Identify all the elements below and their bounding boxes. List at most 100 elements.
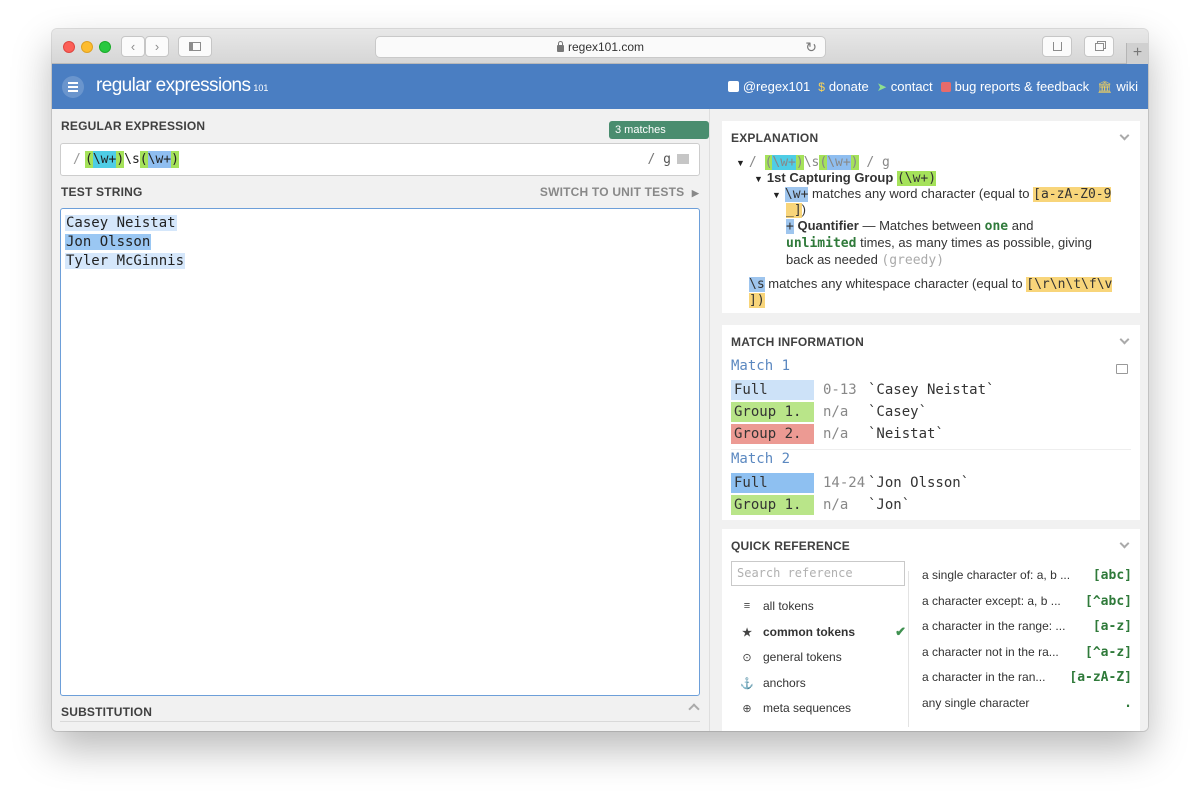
regex-token-whitespace: \s	[124, 152, 140, 167]
category-all-tokens[interactable]: ≡ all tokens	[740, 599, 906, 613]
category-label: general tokens	[763, 650, 842, 664]
match-range: 14-24	[823, 475, 866, 491]
app-logo[interactable]: regular expressions 101	[96, 75, 268, 97]
chevron-left-icon: ‹	[130, 39, 136, 54]
reference-desc: any single character	[922, 696, 1030, 710]
bug-icon	[940, 81, 951, 92]
app-header: regular expressions 101 @regex101 $ donat…	[52, 64, 1148, 109]
word-token-desc: matches any word character (equal to	[812, 186, 1030, 201]
category-label: all tokens	[763, 599, 814, 613]
paper-plane-icon: ➤	[876, 79, 887, 94]
match-row: Group 1. n/a `Casey`	[731, 402, 927, 422]
category-label: meta sequences	[763, 701, 852, 715]
match-highlight: Tyler McGinnis	[65, 253, 186, 269]
test-string-line: Jon Olsson	[65, 233, 695, 252]
explanation-root-text: / (\w+)\s(\w+) / g	[748, 155, 890, 170]
quantifier-title: Quantifier	[797, 218, 859, 233]
whitespace-token: \s	[749, 277, 765, 292]
regex-flags[interactable]: / g	[648, 152, 671, 167]
match-1-title: Match 1	[731, 358, 791, 374]
whitespace-char-class: [\r\n\t\f\v	[1026, 277, 1113, 292]
category-meta-sequences[interactable]: ⊕ meta sequences	[740, 701, 906, 715]
twitter-link[interactable]: @regex101	[727, 79, 810, 94]
address-bar[interactable]: regex101.com ↻	[375, 36, 826, 58]
triangle-down-icon: ▼	[772, 190, 781, 200]
reload-icon[interactable]: ↻	[805, 39, 817, 56]
match-value: `Casey`	[868, 404, 928, 420]
new-tab-button[interactable]: +	[1126, 43, 1148, 64]
flag-icon[interactable]	[677, 154, 689, 164]
match-2-title: Match 2	[731, 451, 791, 467]
word-char-class: [a-zA-Z0-9	[1033, 187, 1112, 202]
bug-reports-link-label: bug reports & feedback	[954, 79, 1090, 94]
regex-input[interactable]: / (\w+) \s(\w+) / g	[60, 143, 700, 176]
switch-to-unit-tests-link[interactable]: SWITCH TO UNIT TESTS ▶	[540, 185, 699, 199]
explanation-quantifier[interactable]: + Quantifier — Matches between one and u…	[786, 218, 1126, 269]
chevron-down-icon[interactable]	[1119, 538, 1130, 549]
regex-token-word: \w+	[92, 151, 117, 168]
category-anchors[interactable]: ⚓ anchors	[740, 676, 906, 690]
regex-token-close-group: )	[116, 151, 125, 168]
minimize-window-button[interactable]	[81, 41, 93, 53]
reference-token: [^a-z]	[1085, 645, 1132, 660]
reference-item[interactable]: any single character .	[922, 696, 1132, 711]
donate-link[interactable]: $ donate	[818, 79, 868, 94]
switch-to-unit-tests-label: SWITCH TO UNIT TESTS	[539, 185, 685, 199]
wiki-link[interactable]: 🏛 wiki	[1097, 79, 1138, 94]
test-string-editor[interactable]: Casey Neistat Jon Olsson Tyler McGinnis	[60, 208, 700, 696]
regex-token-open-group: (	[139, 151, 148, 168]
contact-link[interactable]: ➤ contact	[877, 79, 933, 94]
logo-text: regular expressions	[96, 75, 251, 96]
match-row: Group 1. n/a `Jon`	[731, 495, 910, 515]
share-button[interactable]	[1042, 36, 1072, 57]
forward-button[interactable]: ›	[145, 36, 169, 57]
reference-desc: a single character of: a, b ...	[922, 568, 1071, 582]
group-1-tag: Group 1.	[731, 402, 814, 422]
chevron-down-icon[interactable]	[1119, 130, 1130, 141]
zoom-window-button[interactable]	[99, 41, 111, 53]
caret-right-icon: ▶	[691, 188, 699, 198]
chevron-right-icon: ›	[154, 39, 160, 54]
sidebar-toggle-button[interactable]	[178, 36, 212, 57]
share-icon	[1052, 42, 1062, 51]
reference-item[interactable]: a single character of: a, b ... [abc]	[922, 568, 1132, 583]
explanation-whitespace-token[interactable]: \s matches any whitespace character (equ…	[749, 276, 1139, 293]
reference-item[interactable]: a character in the range: ... [a-z]	[922, 619, 1132, 634]
star-icon: ★	[742, 626, 752, 639]
match-highlight: Casey Neistat	[65, 215, 177, 231]
reference-item[interactable]: a character except: a, b ... [^abc]	[922, 594, 1132, 609]
explanation-root[interactable]: ▼ / (\w+)\s(\w+) / g	[736, 154, 890, 171]
category-common-tokens[interactable]: ★ common tokens ✔	[740, 624, 906, 639]
category-general-tokens[interactable]: ⊙ general tokens	[740, 650, 906, 664]
browser-toolbar: ‹ › regex101.com ↻ +	[52, 29, 1148, 64]
match-range: n/a	[823, 497, 849, 513]
match-row: Full match 0-13 `Casey Neistat`	[731, 380, 995, 418]
back-button[interactable]: ‹	[121, 36, 145, 57]
explanation-group1[interactable]: ▼ 1st Capturing Group (\w+)	[754, 170, 937, 187]
close-window-button[interactable]	[63, 41, 75, 53]
explanation-title: EXPLANATION	[731, 131, 819, 145]
reference-search-input[interactable]: Search reference	[731, 561, 905, 586]
chevron-down-icon[interactable]	[1119, 334, 1130, 345]
donate-link-label: donate	[828, 79, 869, 94]
contact-link-label: contact	[890, 79, 933, 94]
reference-item[interactable]: a character not in the ra... [^a-z]	[922, 645, 1132, 660]
word-token: \w+	[784, 187, 809, 202]
dot-circle-icon: ⊙	[742, 651, 752, 664]
info-column: EXPLANATION ▼ / (\w+)\s(\w+) / g ▼ 1st Cap…	[709, 109, 1148, 731]
explanation-word-token[interactable]: ▼ \w+ matches any word character (equal t…	[772, 186, 1132, 203]
match-value: `Casey Neistat`	[868, 382, 995, 398]
chevron-up-icon[interactable]	[688, 703, 700, 715]
tabs-icon	[1094, 42, 1104, 51]
regex-close-delimiter: /	[647, 152, 656, 167]
bug-reports-link[interactable]: bug reports & feedback	[940, 79, 1090, 94]
share-icon[interactable]	[1116, 364, 1128, 374]
regex-open-delimiter: /	[73, 152, 81, 167]
anchor-icon: ⚓	[740, 677, 754, 690]
regex-pattern[interactable]: (\w+) \s(\w+)	[85, 151, 179, 168]
reference-desc: a character in the ran...	[922, 670, 1046, 684]
match-row: Group 2. n/a `Neistat`	[731, 424, 944, 444]
menu-icon[interactable]	[62, 76, 84, 98]
tabs-overview-button[interactable]	[1084, 36, 1114, 57]
reference-item[interactable]: a character in the ran... [a-zA-Z]	[922, 670, 1132, 685]
